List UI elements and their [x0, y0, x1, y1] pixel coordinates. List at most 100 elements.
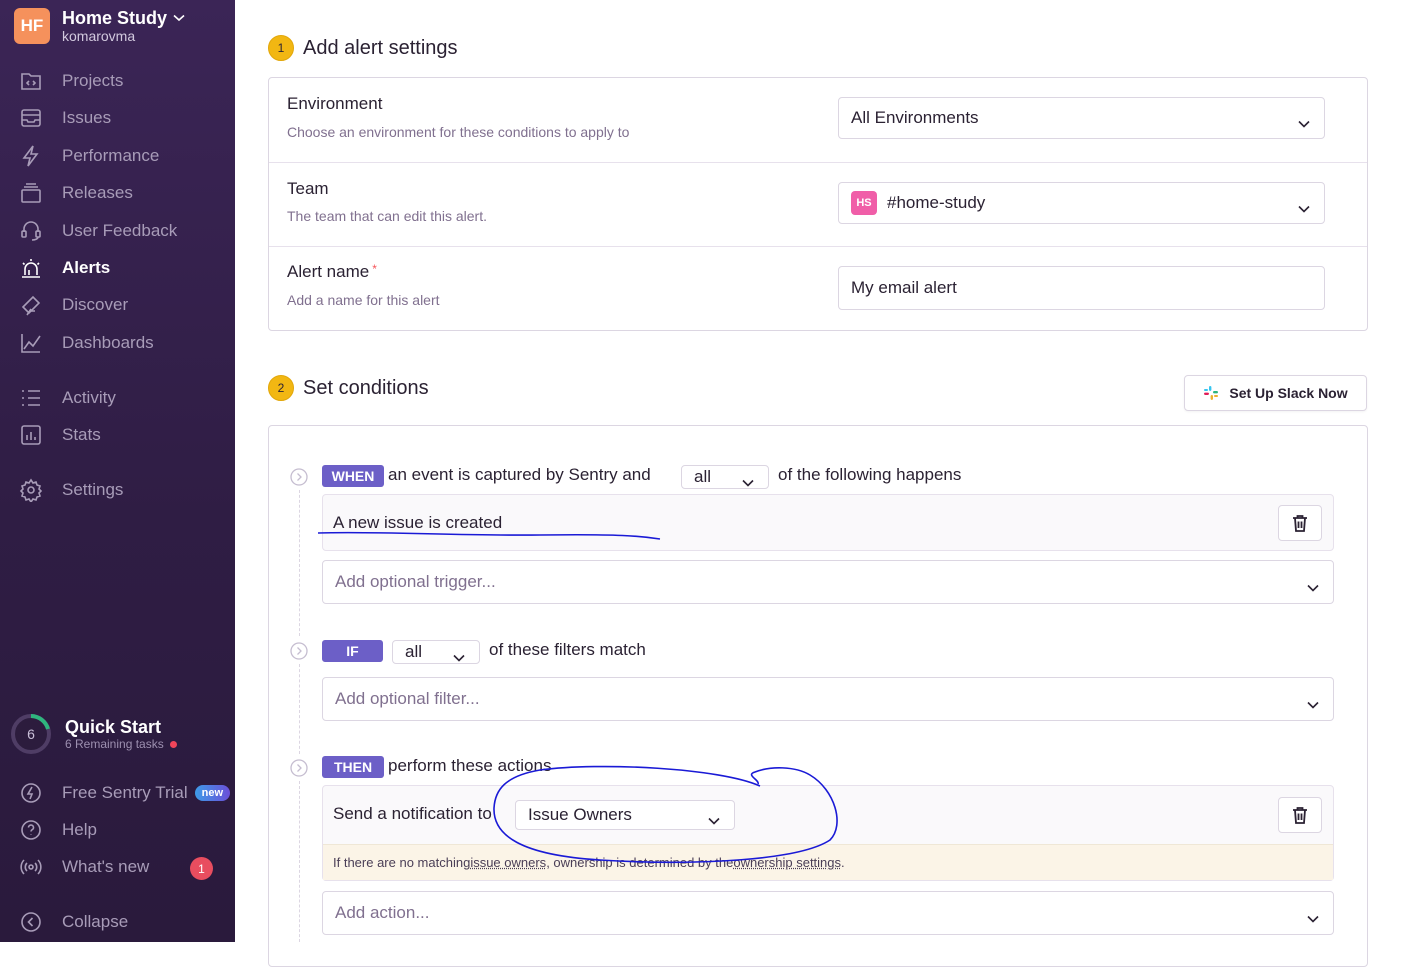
alert-name-row: Alert name * Add a name for this alert My…	[269, 246, 1367, 330]
alerts-icon	[18, 255, 44, 281]
sidebar-item-label: Dashboards	[62, 333, 154, 353]
sidebar-item-label: Performance	[62, 146, 159, 166]
add-filter-placeholder: Add optional filter...	[335, 689, 480, 709]
quick-start-title: Quick Start	[65, 717, 177, 737]
sidebar-item-label: Discover	[62, 295, 128, 315]
projects-icon	[18, 68, 44, 94]
chevron-down-icon	[1307, 694, 1319, 702]
slack-button-label: Set Up Slack Now	[1229, 385, 1347, 401]
ownership-settings-link[interactable]: ownership settings	[733, 855, 841, 870]
new-badge: new	[195, 785, 230, 801]
alert-name-label: Alert name *	[287, 262, 377, 282]
sidebar-item-dashboards[interactable]: Dashboards	[18, 328, 154, 358]
alert-settings-panel: Environment Choose an environment for th…	[268, 77, 1368, 331]
add-filter-select[interactable]: Add optional filter...	[322, 677, 1334, 721]
sidebar-item-whats-new[interactable]: What's new	[18, 852, 218, 882]
environment-help: Choose an environment for these conditio…	[287, 124, 629, 140]
if-match-select[interactable]: all	[392, 640, 480, 664]
sidebar-collapse[interactable]: Collapse	[18, 907, 128, 937]
alert-name-input[interactable]: My email alert	[838, 266, 1325, 310]
note-text: If there are no matching	[333, 855, 470, 870]
add-action-select[interactable]: Add action...	[322, 891, 1334, 935]
trash-icon	[1292, 806, 1308, 824]
chevron-down-icon	[708, 810, 720, 818]
connector-line	[299, 490, 300, 636]
sidebar-item-settings[interactable]: Settings	[18, 475, 123, 505]
environment-row: Environment Choose an environment for th…	[269, 78, 1367, 163]
sidebar-item-activity[interactable]: Activity	[18, 383, 116, 413]
dashboards-icon	[18, 330, 44, 356]
sidebar-item-label: Collapse	[62, 912, 128, 932]
quick-start[interactable]: 6 Quick Start 6 Remaining tasks	[10, 713, 177, 755]
sidebar-item-performance[interactable]: Performance	[18, 141, 159, 171]
notification-dot	[170, 741, 177, 748]
help-icon	[18, 817, 44, 843]
sidebar-item-projects[interactable]: Projects	[18, 66, 123, 96]
issues-icon	[18, 105, 44, 131]
chevron-down-icon	[173, 14, 185, 22]
sidebar-item-issues[interactable]: Issues	[18, 103, 111, 133]
sidebar-item-stats[interactable]: Stats	[18, 420, 101, 450]
org-username: komarovma	[62, 28, 185, 44]
chevron-right-circle-icon	[290, 468, 308, 486]
trigger-rule-text: A new issue is created	[333, 513, 502, 533]
performance-icon	[18, 143, 44, 169]
sidebar-item-alerts[interactable]: Alerts	[18, 253, 110, 283]
trigger-rule: A new issue is created	[322, 494, 1334, 551]
when-text-before: an event is captured by Sentry and	[388, 465, 651, 485]
delete-trigger-button[interactable]	[1278, 505, 1322, 541]
sidebar-item-label: Settings	[62, 480, 123, 500]
sidebar-item-label: Help	[62, 820, 97, 840]
chevron-right-circle-icon	[290, 642, 308, 660]
releases-icon	[18, 180, 44, 206]
chevron-down-icon	[1298, 113, 1310, 121]
org-name: Home Study	[62, 8, 167, 28]
team-help: The team that can edit this alert.	[287, 208, 487, 224]
trash-icon	[1292, 514, 1308, 532]
sidebar-item-label: What's new	[62, 857, 149, 877]
ownership-note: If there are no matching issue owners , …	[323, 844, 1333, 880]
sidebar-item-free-trial[interactable]: Free Sentry Trial new	[18, 778, 230, 808]
add-action-placeholder: Add action...	[335, 903, 430, 923]
org-avatar: HF	[14, 8, 50, 44]
environment-label: Environment	[287, 94, 382, 114]
step-number: 1	[268, 35, 294, 61]
stats-icon	[18, 422, 44, 448]
step-title: Add alert settings	[303, 37, 458, 60]
if-tag: IF	[322, 640, 383, 662]
environment-select[interactable]: All Environments	[838, 97, 1325, 139]
sidebar-item-label: Stats	[62, 425, 101, 445]
sidebar-item-releases[interactable]: Releases	[18, 178, 133, 208]
sidebar-item-label: Alerts	[62, 258, 110, 278]
alert-name-help: Add a name for this alert	[287, 292, 440, 308]
sidebar-item-label: Releases	[62, 183, 133, 203]
delete-action-button[interactable]	[1278, 797, 1322, 833]
sidebar-item-label: Issues	[62, 108, 111, 128]
sidebar-item-help[interactable]: Help	[18, 815, 97, 845]
add-trigger-placeholder: Add optional trigger...	[335, 572, 496, 592]
add-trigger-select[interactable]: Add optional trigger...	[322, 560, 1334, 604]
quick-start-count: 6	[10, 713, 52, 755]
note-text: .	[841, 855, 845, 870]
sidebar-item-discover[interactable]: Discover	[18, 290, 128, 320]
connector-line	[299, 781, 300, 942]
sidebar-item-user-feedback[interactable]: User Feedback	[18, 216, 177, 246]
action-target-value: Issue Owners	[528, 805, 632, 825]
sidebar-item-label: Projects	[62, 71, 123, 91]
team-select[interactable]: HS #home-study	[838, 182, 1325, 224]
issue-owners-link[interactable]: issue owners	[470, 855, 546, 870]
sidebar-item-label: Activity	[62, 388, 116, 408]
sidebar: HF Home Study komarovma Projects Issues …	[0, 0, 235, 942]
sidebar-item-label: User Feedback	[62, 221, 177, 241]
team-label: Team	[287, 179, 329, 199]
lightning-icon	[18, 780, 44, 806]
action-target-select[interactable]: Issue Owners	[515, 800, 735, 830]
environment-value: All Environments	[851, 108, 979, 128]
chevron-down-icon	[1307, 577, 1319, 585]
when-match-select[interactable]: all	[681, 465, 769, 489]
chevron-down-icon	[1298, 198, 1310, 206]
quick-start-progress-ring: 6	[10, 713, 52, 755]
org-switcher[interactable]: HF Home Study komarovma	[14, 8, 185, 44]
settings-icon	[18, 477, 44, 503]
set-up-slack-button[interactable]: Set Up Slack Now	[1184, 375, 1367, 411]
